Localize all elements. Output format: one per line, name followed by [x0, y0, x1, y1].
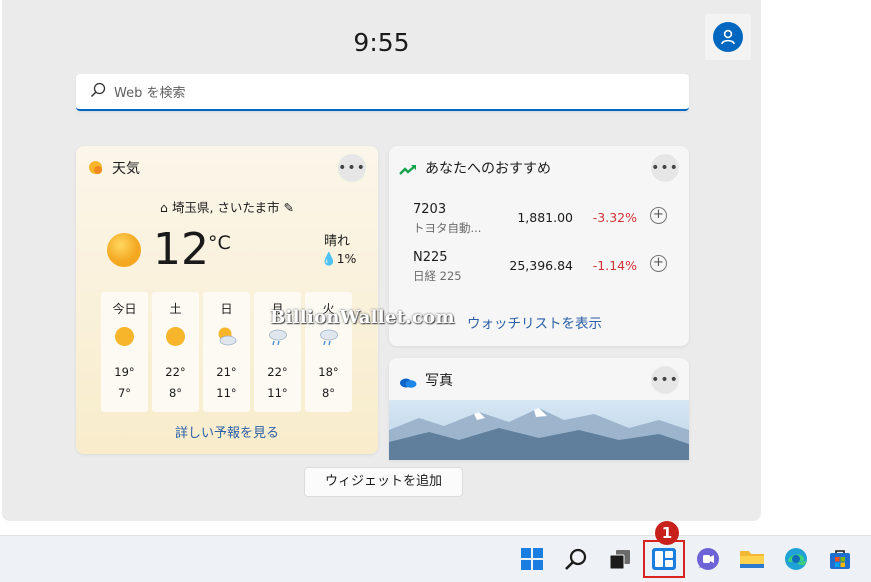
- watermark: BillionWallet.com: [270, 307, 455, 328]
- rain-cloud-icon: [269, 329, 287, 346]
- mountain-photo[interactable]: [389, 400, 689, 460]
- forecast-day-label: 日: [220, 302, 233, 316]
- stock-symbol: 7203: [413, 202, 447, 217]
- add-to-watchlist-icon[interactable]: +: [650, 207, 667, 224]
- detailed-forecast-link[interactable]: 詳しい予報を見る: [76, 422, 378, 441]
- partly-cloudy-icon: [218, 327, 237, 346]
- forecast-low: 11°: [216, 386, 237, 400]
- weather-card[interactable]: 天気 ••• ⌂ 埼玉県, さいたま市 ✎ 12 °C 晴れ 💧1% 今日 19…: [76, 146, 378, 454]
- account-button[interactable]: [705, 14, 751, 60]
- forecast-day[interactable]: 日 21° 11°: [203, 292, 250, 412]
- stock-change: -3.32%: [592, 210, 637, 225]
- clock: 9:55: [353, 28, 410, 57]
- stock-name: 日経 225: [413, 269, 462, 283]
- forecast-low: 11°: [267, 386, 288, 400]
- task-view-icon[interactable]: [606, 545, 634, 573]
- store-icon[interactable]: [826, 545, 854, 573]
- widgets-panel: 9:55 Web を検索 天気 ••• ⌂ 埼玉県, さいたま市 ✎ 12 °C…: [2, 0, 761, 521]
- search-icon: [90, 82, 106, 102]
- widgets-icon[interactable]: [650, 545, 678, 573]
- weather-more-button[interactable]: •••: [338, 154, 366, 182]
- recommendations-more-button[interactable]: •••: [651, 154, 679, 182]
- stock-row[interactable]: N225 日経 225 25,396.84 -1.14% +: [413, 250, 673, 290]
- forecast-low: 8°: [321, 386, 336, 400]
- edge-icon[interactable]: [782, 545, 810, 573]
- view-watchlist-link[interactable]: ウォッチリストを表示: [467, 312, 602, 332]
- forecast-low: 7°: [117, 386, 132, 400]
- stock-symbol: N225: [413, 250, 448, 265]
- trending-icon: [399, 161, 417, 180]
- rain-cloud-icon: [320, 329, 338, 346]
- current-temperature: 12: [153, 224, 209, 275]
- edit-icon[interactable]: ✎: [284, 200, 294, 215]
- sun-icon: [115, 327, 134, 346]
- forecast-high: 22°: [165, 365, 186, 379]
- search-placeholder: Web を検索: [114, 86, 186, 101]
- weather-title: 天気: [112, 161, 140, 177]
- stock-name: トヨタ自動...: [413, 221, 482, 235]
- taskbar: [0, 535, 871, 582]
- search-icon[interactable]: [562, 545, 590, 573]
- person-icon: [713, 22, 743, 52]
- droplet-icon: 💧: [321, 251, 337, 266]
- forecast-day-label: 土: [169, 302, 182, 316]
- stock-price: 1,881.00: [517, 210, 573, 225]
- recommendations-title: あなたへのおすすめ: [425, 161, 551, 177]
- location[interactable]: ⌂ 埼玉県, さいたま市 ✎: [76, 197, 378, 216]
- precipitation: 💧1%: [321, 251, 357, 266]
- stock-change: -1.14%: [592, 258, 637, 273]
- photos-card[interactable]: 写真 •••: [389, 358, 689, 460]
- onedrive-cloud-icon: [399, 373, 417, 392]
- forecast-day[interactable]: 今日 19° 7°: [101, 292, 148, 412]
- temperature-unit: °C: [208, 232, 231, 254]
- weather-icon: [88, 160, 103, 179]
- teams-chat-icon[interactable]: [694, 545, 722, 573]
- stock-price: 25,396.84: [509, 258, 573, 273]
- search-box[interactable]: Web を検索: [76, 74, 689, 111]
- file-explorer-icon[interactable]: [738, 545, 766, 573]
- stock-row[interactable]: 7203 トヨタ自動... 1,881.00 -3.32% +: [413, 202, 673, 242]
- step-number-badge: 1: [655, 521, 679, 545]
- home-icon: ⌂: [160, 200, 168, 215]
- photos-title: 写真: [425, 373, 453, 389]
- forecast-high: 19°: [114, 365, 135, 379]
- forecast-high: 22°: [267, 365, 288, 379]
- photos-more-button[interactable]: •••: [651, 366, 679, 394]
- forecast-low: 8°: [168, 386, 183, 400]
- add-widget-button[interactable]: ウィジェットを追加: [304, 467, 463, 497]
- add-to-watchlist-icon[interactable]: +: [650, 255, 667, 272]
- sun-icon: [106, 232, 142, 272]
- condition: 晴れ: [324, 234, 351, 249]
- start-icon[interactable]: [518, 545, 546, 573]
- forecast-high: 18°: [318, 365, 339, 379]
- forecast-high: 21°: [216, 365, 237, 379]
- sun-icon: [166, 327, 185, 346]
- location-label: 埼玉県, さいたま市: [171, 200, 280, 215]
- forecast-day-label: 今日: [112, 302, 137, 316]
- forecast-day[interactable]: 土 22° 8°: [152, 292, 199, 412]
